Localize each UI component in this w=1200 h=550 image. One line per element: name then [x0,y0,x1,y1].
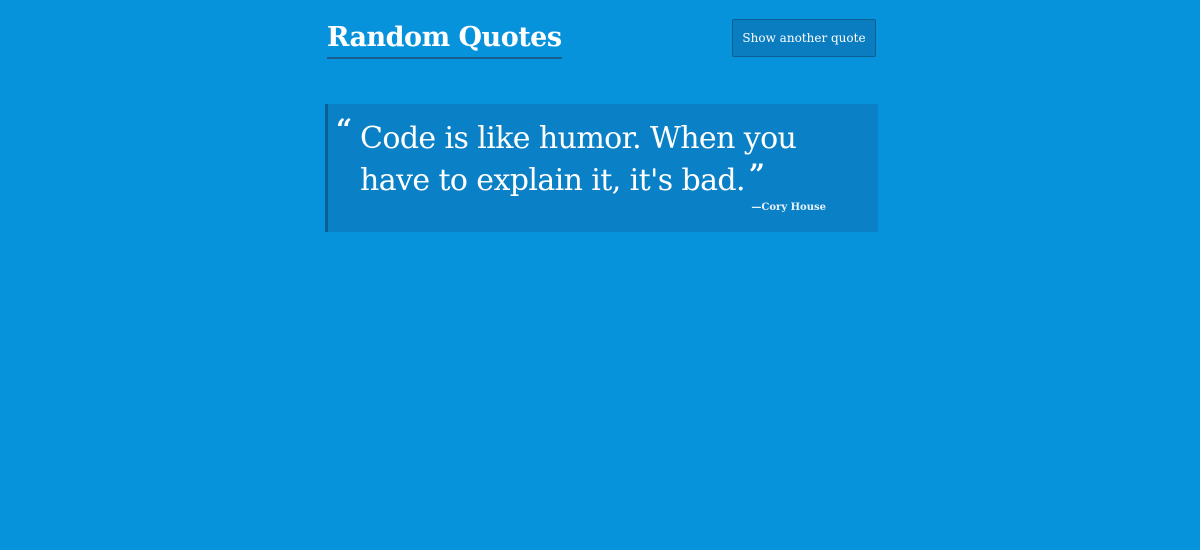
close-quote-icon: ” [748,158,765,191]
quote-card: “ Code is like humor. When you have to e… [325,104,878,232]
header: Random Quotes Show another quote [325,0,878,100]
quote-app: Random Quotes Show another quote “ Code … [325,0,878,232]
show-another-quote-button[interactable]: Show another quote [732,19,876,57]
quote-text-block: Code is like humor. When you have to exp… [360,118,870,202]
quote-author: —Cory House [751,202,826,213]
open-quote-icon: “ [336,113,353,146]
page-title: Random Quotes [327,20,562,59]
quote-text: Code is like humor. When you have to exp… [360,121,797,198]
